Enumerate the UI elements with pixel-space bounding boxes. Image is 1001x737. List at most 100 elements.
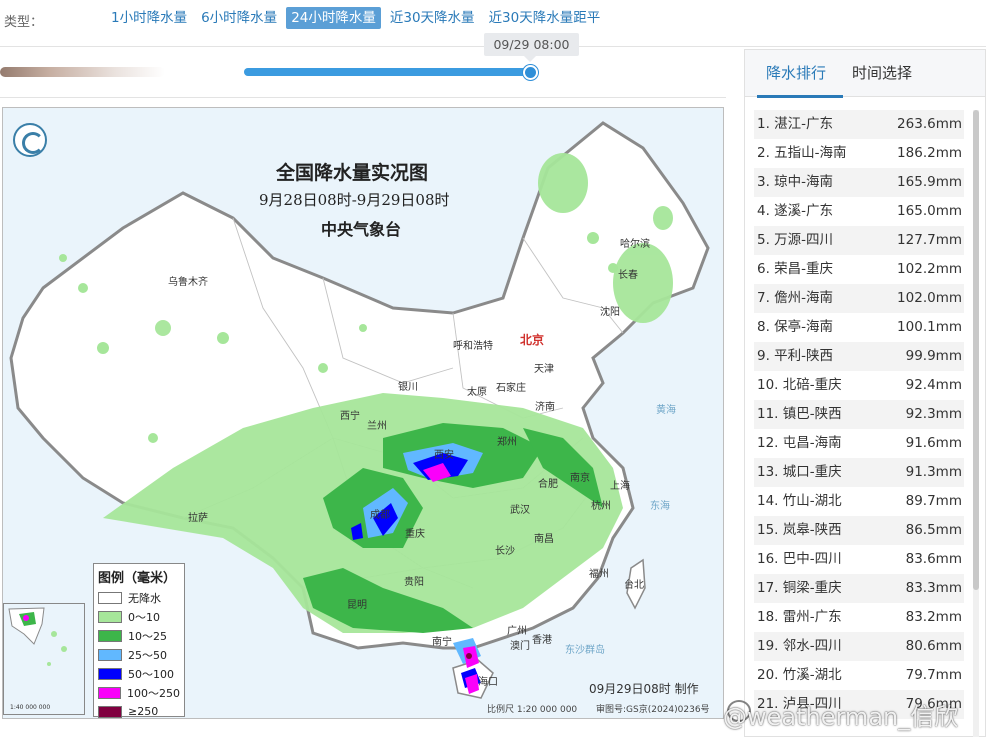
city-label: 西宁 [340, 411, 360, 422]
ranking-row[interactable]: 10. 北碚-重庆 92.4mm [754, 371, 964, 400]
city-label: 南昌 [534, 534, 554, 545]
station-name: 4. 遂溪-广东 [757, 203, 834, 219]
legend-label: 10～25 [128, 629, 167, 643]
ranking-row[interactable]: 11. 镇巴-陕西 92.3mm [754, 400, 964, 429]
ranking-row[interactable]: 5. 万源-四川 127.7mm [754, 226, 964, 255]
type-tab-1h[interactable]: 1小时降水量 [106, 7, 192, 29]
legend-swatch [98, 648, 122, 661]
legend-swatch [98, 610, 122, 623]
precipitation-value: 89.7mm [905, 493, 962, 509]
station-name: 10. 北碚-重庆 [757, 377, 842, 393]
ranking-row[interactable]: 14. 竹山-湖北 89.7mm [754, 487, 964, 516]
map-subtitle: 9月28日08时-9月29日08时 [259, 191, 450, 209]
legend-label: 100～250 [127, 686, 180, 700]
precipitation-value: 263.6mm [897, 116, 962, 132]
station-name: 19. 邻水-四川 [757, 638, 842, 654]
station-name: 6. 荣昌-重庆 [757, 261, 834, 277]
timeline-slider-fill [244, 68, 532, 76]
legend-label: 无降水 [128, 591, 161, 605]
city-label: 台北 [624, 580, 644, 591]
station-name: 15. 岚皋-陕西 [757, 522, 842, 538]
city-label: 澳门 [510, 641, 530, 652]
legend-item: 50～100 [98, 664, 180, 683]
ranking-row[interactable]: 2. 五指山-海南 186.2mm [754, 139, 964, 168]
type-tab-30d-anomaly[interactable]: 近30天降水量距平 [484, 7, 606, 29]
active-tab-underline [757, 95, 843, 98]
ranking-row[interactable]: 16. 巴中-四川 83.6mm [754, 545, 964, 574]
water-label: 东海 [650, 501, 670, 512]
timeline-tooltip: 09/29 08:00 [484, 33, 579, 62]
station-name: 20. 竹溪-湖北 [757, 667, 842, 683]
city-label: 兰州 [367, 421, 387, 432]
legend-title: 图例（毫米） [98, 571, 177, 586]
city-label: 广州 [507, 626, 527, 637]
precipitation-value: 100.1mm [897, 319, 962, 335]
precipitation-value: 91.6mm [905, 435, 962, 451]
city-label: 昆明 [347, 600, 367, 611]
tab-time-selection[interactable]: 时间选择 [852, 62, 912, 83]
type-tabs: 1小时降水量 6小时降水量 24小时降水量 近30天降水量 近30天降水量距平 [106, 7, 605, 29]
precipitation-value: 102.0mm [897, 290, 962, 306]
city-label: 重庆 [405, 529, 425, 540]
precipitation-value: 165.9mm [897, 174, 962, 190]
city-label: 石家庄 [496, 383, 526, 394]
map-made-label: 09月29日08时 制作 [589, 682, 699, 696]
city-label: 西安 [434, 450, 454, 461]
south-china-sea-inset: 1:40 000 000 [3, 603, 85, 715]
station-name: 1. 湛江-广东 [757, 116, 834, 132]
ranking-row[interactable]: 20. 竹溪-湖北 79.7mm [754, 661, 964, 690]
city-label: 南宁 [432, 637, 452, 648]
ranking-row[interactable]: 7. 儋州-海南 102.0mm [754, 284, 964, 313]
map-legend: 图例（毫米） 无降水 0～10 10～25 25～50 50～100 100～2… [93, 563, 185, 718]
precipitation-value: 83.3mm [905, 580, 962, 596]
city-label: 乌鲁木齐 [168, 277, 208, 288]
divider [0, 97, 726, 98]
legend-item: 0～10 [98, 607, 180, 626]
station-name: 12. 屯昌-海南 [757, 435, 842, 451]
ranking-row[interactable]: 17. 铜梁-重庆 83.3mm [754, 574, 964, 603]
map-scale-label: 比例尺 1:20 000 000 [487, 705, 578, 715]
city-label: 南京 [570, 473, 590, 484]
timeline-slider-handle[interactable] [523, 65, 538, 80]
precipitation-value: 91.3mm [905, 464, 962, 480]
station-name: 9. 平利-陕西 [757, 348, 834, 364]
city-label: 成都 [370, 510, 390, 521]
tab-precipitation-ranking[interactable]: 降水排行 [766, 62, 826, 83]
scrollbar-thumb[interactable] [973, 110, 979, 590]
city-label: 北京 [520, 333, 545, 347]
ranking-row[interactable]: 18. 雷州-广东 83.2mm [754, 603, 964, 632]
station-name: 8. 保亭-海南 [757, 319, 834, 335]
type-tab-30d[interactable]: 近30天降水量 [385, 7, 480, 29]
ranking-row[interactable]: 19. 邻水-四川 80.6mm [754, 632, 964, 661]
ranking-row[interactable]: 12. 屯昌-海南 91.6mm [754, 429, 964, 458]
ranking-list: 1. 湛江-广东 263.6mm 2. 五指山-海南 186.2mm 3. 琼中-海南 1… [754, 110, 964, 719]
city-label: 呼和浩特 [453, 341, 493, 352]
ranking-row[interactable]: 1. 湛江-广东 263.6mm [754, 110, 964, 139]
type-tab-6h[interactable]: 6小时降水量 [196, 7, 282, 29]
station-name: 3. 琼中-海南 [757, 174, 834, 190]
precipitation-value: 99.9mm [905, 348, 962, 364]
timeline-left-strip [0, 67, 165, 77]
page: 类型： 1小时降水量 6小时降水量 24小时降水量 近30天降水量 近30天降水… [0, 0, 1001, 737]
ranking-row[interactable]: 8. 保亭-海南 100.1mm [754, 313, 964, 342]
ranking-row[interactable]: 15. 岚皋-陕西 86.5mm [754, 516, 964, 545]
city-label: 天津 [534, 364, 554, 375]
timeline-slider[interactable] [244, 68, 532, 76]
ranking-row[interactable]: 13. 城口-重庆 91.3mm [754, 458, 964, 487]
city-label: 太原 [467, 387, 487, 398]
inset-graphic [8, 607, 67, 666]
legend-item: ≥250 [98, 702, 180, 721]
city-label: 贵阳 [404, 577, 424, 588]
city-label: 香港 [532, 635, 552, 646]
city-label: 郑州 [497, 437, 517, 448]
ranking-scrollbar[interactable] [973, 110, 979, 737]
ranking-row[interactable]: 4. 遂溪-广东 165.0mm [754, 197, 964, 226]
type-tab-24h[interactable]: 24小时降水量 [286, 7, 381, 29]
station-name: 13. 城口-重庆 [757, 464, 842, 480]
precipitation-value: 92.4mm [905, 377, 962, 393]
ranking-row[interactable]: 6. 荣昌-重庆 102.2mm [754, 255, 964, 284]
cma-logo [13, 123, 47, 157]
ranking-row[interactable]: 9. 平利-陕西 99.9mm [754, 342, 964, 371]
ranking-row[interactable]: 3. 琼中-海南 165.9mm [754, 168, 964, 197]
map-organization: 中央气象台 [321, 220, 402, 239]
